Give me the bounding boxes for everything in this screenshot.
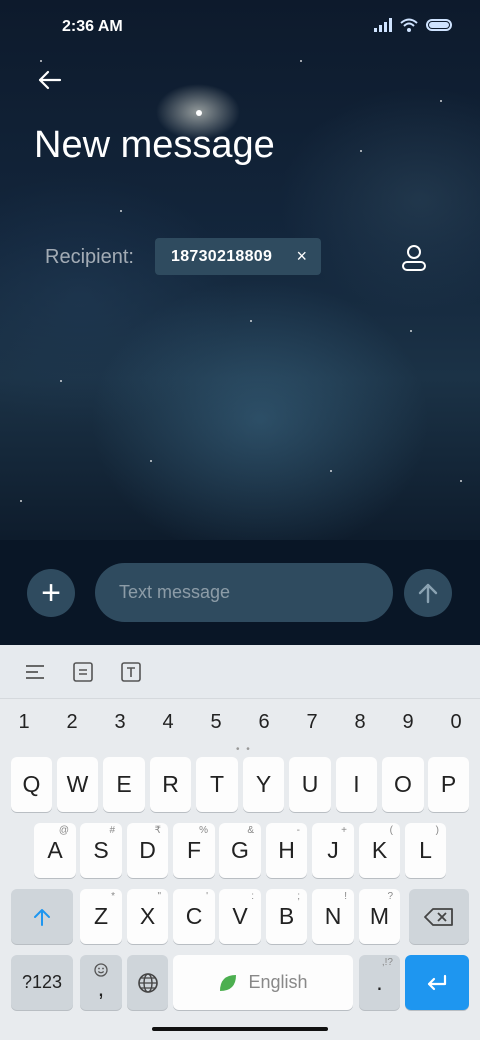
key-1[interactable]: 1 bbox=[9, 711, 39, 734]
enter-key[interactable] bbox=[405, 955, 469, 1010]
key-t[interactable]: T bbox=[196, 757, 238, 812]
language-key[interactable] bbox=[127, 955, 168, 1010]
key-l[interactable]: ) L bbox=[405, 823, 446, 878]
contact-picker-icon[interactable] bbox=[398, 242, 430, 274]
message-input[interactable] bbox=[95, 563, 393, 622]
key-9[interactable]: 9 bbox=[393, 711, 423, 734]
key-4[interactable]: 4 bbox=[153, 711, 183, 734]
key-2[interactable]: 2 bbox=[57, 711, 87, 734]
emoji-comma-key[interactable]: , bbox=[80, 955, 122, 1010]
period-key[interactable]: ,!?. bbox=[359, 955, 400, 1010]
plus-icon: + bbox=[41, 573, 61, 612]
text-format-icon[interactable] bbox=[120, 661, 142, 683]
key-q[interactable]: Q bbox=[11, 757, 52, 812]
key-0[interactable]: 0 bbox=[441, 711, 471, 734]
key-h[interactable]: -H bbox=[266, 823, 307, 878]
shift-key[interactable] bbox=[11, 889, 73, 944]
key-m[interactable]: ? M bbox=[359, 889, 400, 944]
backspace-key[interactable] bbox=[409, 889, 469, 944]
key-o[interactable]: O bbox=[382, 757, 424, 812]
page-title: New message bbox=[34, 124, 275, 166]
key-6[interactable]: 6 bbox=[249, 711, 279, 734]
key-8[interactable]: 8 bbox=[345, 711, 375, 734]
leaf-icon bbox=[220, 974, 237, 991]
add-attachment-button[interactable]: + bbox=[27, 569, 75, 617]
key-b[interactable]: ; B bbox=[266, 889, 307, 944]
key-g[interactable]: & G bbox=[219, 823, 261, 878]
menu-lines-icon[interactable] bbox=[24, 661, 46, 683]
signal-icon bbox=[374, 18, 392, 32]
back-arrow-icon[interactable] bbox=[34, 64, 66, 96]
recipient-number: 18730218809 bbox=[171, 247, 273, 265]
send-arrow-icon bbox=[418, 583, 438, 604]
number-row: 1 2 3 4 5 6 7 8 9 0 bbox=[0, 711, 480, 741]
key-k[interactable]: (K bbox=[359, 823, 400, 878]
key-i[interactable]: I bbox=[336, 757, 377, 812]
status-bar: 2:36 AM bbox=[0, 0, 480, 56]
key-a[interactable]: @ A bbox=[34, 823, 76, 878]
page-dots: • • bbox=[236, 744, 252, 755]
key-v[interactable]: :V bbox=[219, 889, 261, 944]
compose-bar: + bbox=[0, 540, 480, 645]
symbols-key[interactable]: ?123 bbox=[11, 955, 73, 1010]
clipboard-icon[interactable] bbox=[72, 661, 94, 683]
key-s[interactable]: # S bbox=[80, 823, 122, 878]
key-f[interactable]: % F bbox=[173, 823, 215, 878]
key-3[interactable]: 3 bbox=[105, 711, 135, 734]
recipient-label: Recipient: bbox=[45, 246, 134, 268]
enter-icon bbox=[427, 974, 447, 990]
key-u[interactable]: U bbox=[289, 757, 331, 812]
shift-arrow-icon bbox=[34, 908, 50, 926]
space-key[interactable]: English bbox=[173, 955, 353, 1010]
battery-icon bbox=[426, 19, 452, 31]
key-7[interactable]: 7 bbox=[297, 711, 327, 734]
keyboard: 1 2 3 4 5 6 7 8 9 0 • • Q W E R T Y U I … bbox=[0, 645, 480, 1040]
comma-label: , bbox=[97, 975, 105, 1001]
recipient-chip[interactable]: 18730218809 × bbox=[155, 238, 321, 275]
backspace-icon bbox=[424, 907, 453, 926]
key-y[interactable]: Y bbox=[243, 757, 284, 812]
key-j[interactable]: + J bbox=[312, 823, 354, 878]
remove-recipient-icon[interactable]: × bbox=[296, 246, 307, 267]
key-z[interactable]: * Z bbox=[80, 889, 122, 944]
status-time: 2:36 AM bbox=[62, 18, 123, 35]
key-c[interactable]: ' C bbox=[173, 889, 215, 944]
home-indicator[interactable] bbox=[152, 1027, 328, 1031]
key-e[interactable]: E bbox=[103, 757, 145, 812]
key-w[interactable]: W bbox=[57, 757, 98, 812]
wifi-icon bbox=[400, 18, 418, 32]
key-x[interactable]: " X bbox=[127, 889, 168, 944]
keyboard-toolbar bbox=[0, 645, 480, 699]
key-5[interactable]: 5 bbox=[201, 711, 231, 734]
space-label: English bbox=[248, 972, 308, 992]
globe-icon bbox=[137, 972, 158, 993]
key-r[interactable]: R bbox=[150, 757, 191, 812]
key-d[interactable]: ₹ D bbox=[127, 823, 168, 878]
key-n[interactable]: ! N bbox=[312, 889, 354, 944]
key-p[interactable]: P bbox=[428, 757, 469, 812]
send-button[interactable] bbox=[404, 569, 452, 617]
